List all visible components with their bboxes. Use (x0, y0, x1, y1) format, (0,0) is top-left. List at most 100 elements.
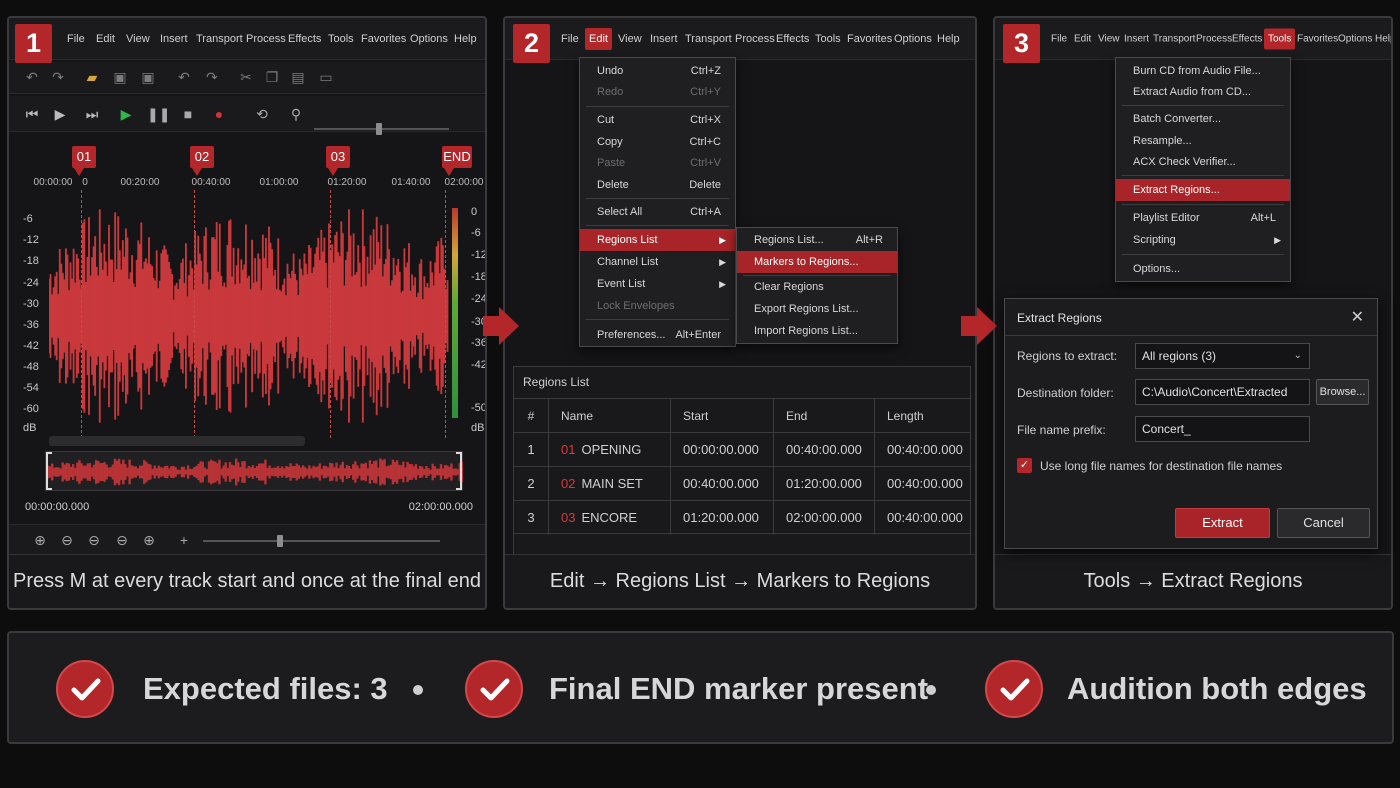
table-row[interactable]: 1 01 OPENING 00:00:00.000 00:40:00.000 00… (514, 432, 970, 467)
menu-favorites[interactable]: Favorites (847, 33, 892, 45)
menu-view[interactable]: View (126, 33, 150, 45)
prefix-field[interactable]: Concert_ (1135, 416, 1310, 442)
menu-item-channel-list[interactable]: Channel List ▶ (580, 251, 735, 273)
menu-item-acx-check[interactable]: ACX Check Verifier... (1116, 151, 1290, 173)
play-icon[interactable]: ▶ (117, 105, 135, 123)
save-icon[interactable]: ▣ (111, 68, 129, 86)
menu-item-extract-regions[interactable]: Extract Regions... (1116, 179, 1290, 201)
go-to-start-icon[interactable]: ⏮ (23, 105, 41, 123)
close-icon[interactable]: ✕ (1351, 307, 1364, 327)
menu-tools[interactable]: Tools (328, 33, 354, 45)
go-to-end-icon[interactable]: ⏭ (83, 105, 101, 123)
menu-view[interactable]: View (618, 33, 642, 45)
long-names-checkbox[interactable]: ✓ (1017, 458, 1032, 473)
record-icon[interactable]: ● (210, 105, 228, 123)
menu-transport[interactable]: Transport (196, 33, 243, 45)
menu-tools[interactable]: Tools (815, 33, 841, 45)
menu-file[interactable]: File (67, 33, 85, 45)
column-header[interactable]: End (773, 399, 874, 433)
menu-item-delete[interactable]: Delete Delete (580, 174, 735, 196)
menu-transport[interactable]: Transport (685, 33, 732, 45)
undo-icon[interactable]: ↶ (23, 68, 41, 86)
pause-icon[interactable]: ❚❚ (147, 105, 170, 123)
menu-edit[interactable]: Edit (585, 28, 612, 50)
menu-effects[interactable]: Effects (776, 33, 809, 45)
zoom-fit-icon[interactable]: ⊖ (85, 531, 103, 549)
menu-item-resample[interactable]: Resample... (1116, 130, 1290, 152)
cancel-button[interactable]: Cancel (1277, 508, 1370, 538)
zoom-in-icon[interactable]: ⊕ (31, 531, 49, 549)
save-as-icon[interactable]: ▣ (139, 68, 157, 86)
menu-edit[interactable]: Edit (1074, 34, 1091, 45)
extract-button[interactable]: Extract (1175, 508, 1270, 538)
zoom-slider[interactable] (203, 540, 440, 542)
menu-item-cut[interactable]: Cut Ctrl+X (580, 109, 735, 131)
menu-insert[interactable]: Insert (650, 33, 678, 45)
menu-item-burn-cd[interactable]: Burn CD from Audio File... (1116, 60, 1290, 82)
zoom-full-icon[interactable]: ⊕ (140, 531, 158, 549)
menu-edit[interactable]: Edit (96, 33, 115, 45)
menu-process[interactable]: Process (1196, 34, 1232, 45)
zoom-out-icon[interactable]: ⊖ (58, 531, 76, 549)
menu-item-clear-regions[interactable]: Clear Regions (737, 276, 897, 298)
overview-left-handle[interactable] (46, 452, 52, 490)
menu-item-event-list[interactable]: Event List ▶ (580, 273, 735, 295)
menu-item-batch-converter[interactable]: Batch Converter... (1116, 108, 1290, 130)
menu-file[interactable]: File (561, 33, 579, 45)
volume-slider-thumb[interactable] (376, 123, 382, 135)
destination-field[interactable]: C:\Audio\Concert\Extracted (1135, 379, 1310, 405)
menu-view[interactable]: View (1098, 34, 1120, 45)
play-from-start-icon[interactable]: ▶ (51, 105, 69, 123)
clipboard-icon[interactable]: ▭ (317, 68, 335, 86)
zoom-selection-icon[interactable]: ⊖ (113, 531, 131, 549)
zoom-slider-thumb[interactable] (277, 535, 283, 547)
menu-item-copy[interactable]: Copy Ctrl+C (580, 131, 735, 153)
menu-item-regions-list[interactable]: Regions List ▶ (580, 229, 735, 251)
menu-item-export-regions[interactable]: Export Regions List... (737, 298, 897, 320)
overview-strip[interactable] (44, 451, 464, 491)
marker-end[interactable]: END (442, 146, 472, 176)
redo-history-icon[interactable]: ↷ (203, 68, 221, 86)
menu-tools[interactable]: Tools (1264, 28, 1296, 50)
waveform[interactable] (49, 194, 449, 438)
menu-options[interactable]: Options (410, 33, 448, 45)
regions-select[interactable]: All regions (3) ⌄ (1135, 343, 1310, 369)
menu-item-options[interactable]: Options... (1116, 258, 1290, 280)
menu-item-import-regions[interactable]: Import Regions List... (737, 320, 897, 342)
open-folder-icon[interactable]: ▰ (83, 68, 101, 86)
menu-item-preferences[interactable]: Preferences... Alt+Enter (580, 324, 735, 346)
menu-item-markers-to-regions[interactable]: Markers to Regions... (737, 251, 897, 273)
menu-item-select-all[interactable]: Select All Ctrl+A (580, 201, 735, 223)
menu-help[interactable]: Help (937, 33, 960, 45)
menu-effects[interactable]: Effects (1232, 34, 1262, 45)
table-row[interactable]: 3 03 ENCORE 01:20:00.000 02:00:00.000 00:… (514, 500, 970, 535)
menu-insert[interactable]: Insert (160, 33, 188, 45)
column-header[interactable]: # (514, 399, 548, 433)
column-header[interactable]: Length (874, 399, 972, 433)
menu-item-regions-list-window[interactable]: Regions List... Alt+R (737, 229, 897, 251)
menu-file[interactable]: File (1051, 34, 1067, 45)
metronome-icon[interactable]: ⚲ (287, 105, 305, 123)
column-header[interactable]: Start (670, 399, 773, 433)
menu-help[interactable]: Help (1375, 34, 1391, 45)
paste-icon[interactable]: ▤ (289, 68, 307, 86)
menu-process[interactable]: Process (735, 33, 775, 45)
menu-transport[interactable]: Transport (1153, 34, 1195, 45)
marker-01[interactable]: 01 (72, 146, 96, 176)
menu-item-undo[interactable]: Undo Ctrl+Z (580, 60, 735, 82)
undo-history-icon[interactable]: ↶ (175, 68, 193, 86)
horizontal-scrollbar[interactable] (49, 436, 305, 446)
cut-icon[interactable]: ✂ (237, 68, 255, 86)
column-header[interactable]: Name (548, 399, 670, 433)
add-icon[interactable]: + (175, 531, 193, 549)
marker-02[interactable]: 02 (190, 146, 214, 176)
menu-item-playlist-editor[interactable]: Playlist Editor Alt+L (1116, 207, 1290, 229)
redo-icon[interactable]: ↷ (49, 68, 67, 86)
copy-icon[interactable]: ❐ (263, 68, 281, 86)
menu-item-scripting[interactable]: Scripting ▶ (1116, 229, 1290, 251)
menu-insert[interactable]: Insert (1124, 34, 1149, 45)
loop-icon[interactable]: ⟲ (253, 105, 271, 123)
menu-process[interactable]: Process (246, 33, 286, 45)
menu-item-extract-audio[interactable]: Extract Audio from CD... (1116, 81, 1290, 103)
menu-options[interactable]: Options (1338, 34, 1372, 45)
